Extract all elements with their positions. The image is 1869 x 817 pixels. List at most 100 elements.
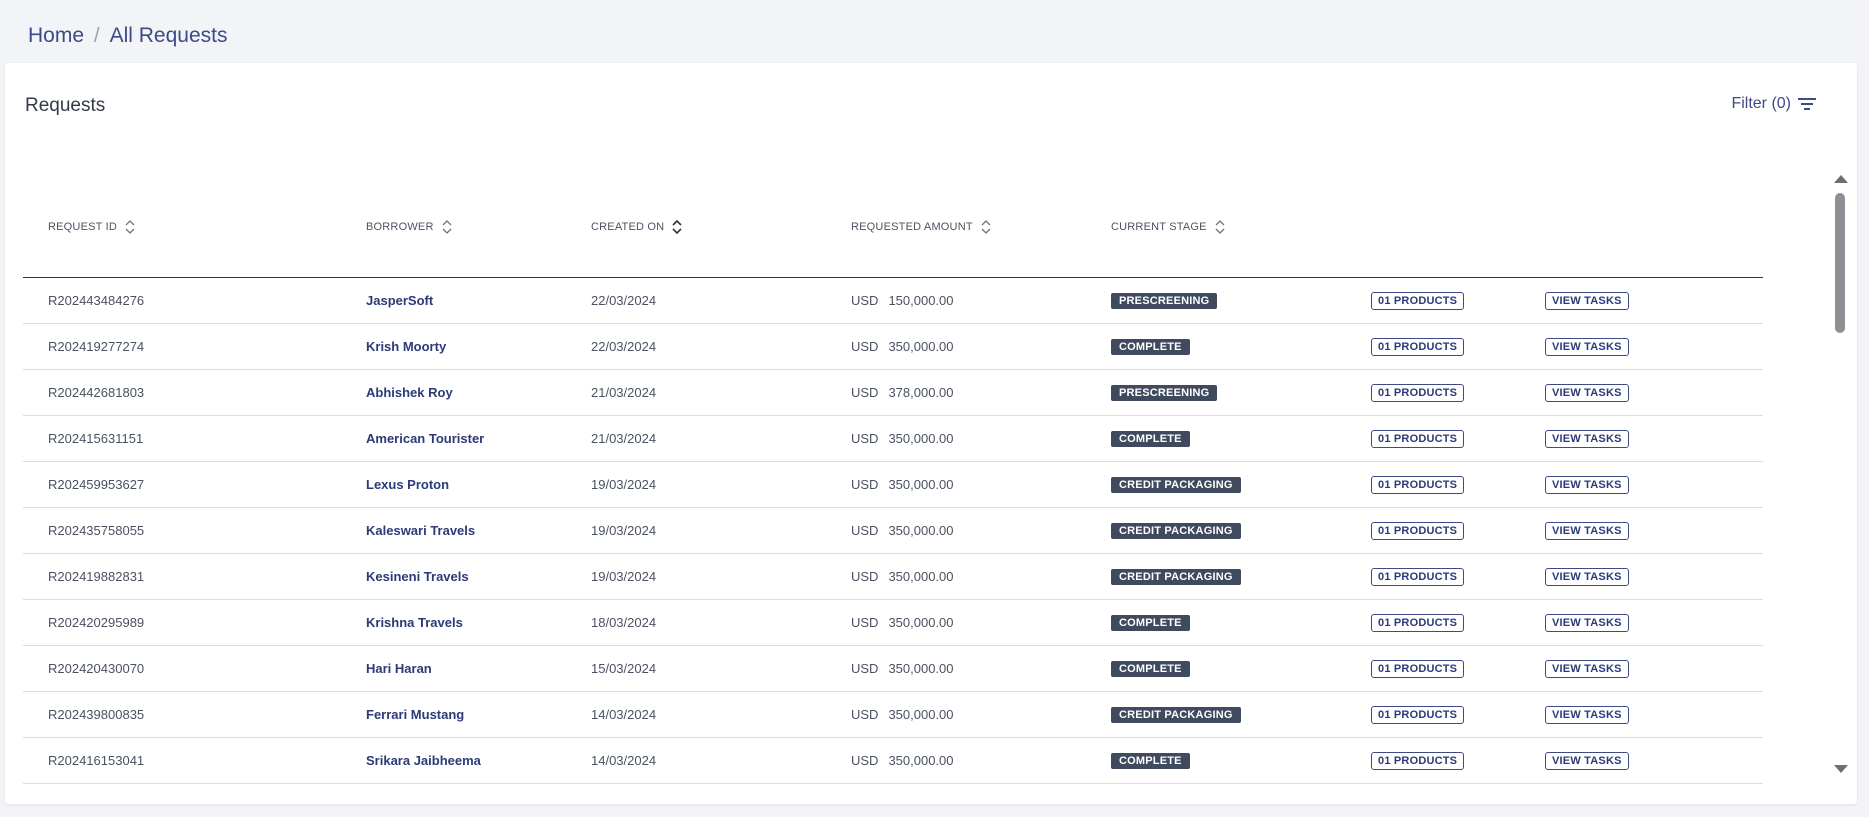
borrower-link[interactable]: Srikara Jaibheema <box>366 738 481 783</box>
column-label: CURRENT STAGE <box>1111 221 1207 233</box>
tasks-cell: VIEW TASKS <box>1545 370 1629 415</box>
products-button[interactable]: 01 PRODUCTS <box>1371 521 1465 540</box>
products-button[interactable]: 01 PRODUCTS <box>1371 383 1465 402</box>
breadcrumb: Home / All Requests <box>28 24 227 48</box>
view-tasks-button[interactable]: VIEW TASKS <box>1545 291 1629 310</box>
tasks-cell: VIEW TASKS <box>1545 554 1629 599</box>
requested-amount-cell: USD350,000.00 <box>851 784 954 787</box>
currency-code: USD <box>851 707 879 722</box>
products-cell: 01 PRODUCTS <box>1371 692 1465 737</box>
products-button[interactable]: 01 PRODUCTS <box>1371 659 1465 678</box>
view-tasks-button[interactable]: VIEW TASKS <box>1545 429 1629 448</box>
amount-value: 350,000.00 <box>888 753 954 768</box>
current-stage-cell: CREDIT PACKAGING <box>1111 508 1241 553</box>
products-button[interactable]: 01 PRODUCTS <box>1371 429 1465 448</box>
scroll-down-arrow-icon[interactable] <box>1834 765 1848 773</box>
view-tasks-button[interactable]: VIEW TASKS <box>1545 705 1629 724</box>
requested-amount-cell: USD350,000.00 <box>851 600 954 645</box>
products-cell: 01 PRODUCTS <box>1371 324 1465 369</box>
view-tasks-button[interactable]: VIEW TASKS <box>1545 337 1629 356</box>
breadcrumb-current: All Requests <box>109 24 228 47</box>
amount-value: 350,000.00 <box>888 523 954 538</box>
created-on-cell: 13/03/2024 <box>591 784 656 787</box>
currency-code: USD <box>851 431 879 446</box>
borrower-link[interactable]: Garrets Popcorn <box>366 784 469 787</box>
breadcrumb-separator: / <box>94 24 100 47</box>
view-tasks-button[interactable]: VIEW TASKS <box>1545 659 1629 678</box>
view-tasks-button[interactable]: VIEW TASKS <box>1545 383 1629 402</box>
borrower-link[interactable]: Krishna Travels <box>366 600 463 645</box>
stage-badge: CREDIT PACKAGING <box>1111 568 1241 585</box>
current-stage-cell: CREDIT PACKAGING <box>1111 554 1241 599</box>
view-tasks-button[interactable]: VIEW TASKS <box>1545 751 1629 770</box>
view-tasks-button[interactable]: VIEW TASKS <box>1545 475 1629 494</box>
filter-button[interactable]: Filter (0) <box>1731 95 1817 113</box>
vertical-scrollbar[interactable] <box>1833 175 1848 773</box>
request-id-cell: R202419277274 <box>48 339 145 354</box>
products-button[interactable]: 01 PRODUCTS <box>1371 751 1465 770</box>
amount-value: 350,000.00 <box>888 431 954 446</box>
requested-amount-cell: USD350,000.00 <box>851 324 954 369</box>
current-stage-cell: CREDIT PACKAGING <box>1111 692 1241 737</box>
amount-value: 350,000.00 <box>888 477 954 492</box>
stage-badge: COMPLETE <box>1111 430 1190 447</box>
view-tasks-button[interactable]: VIEW TASKS <box>1545 521 1629 540</box>
sort-icon[interactable] <box>125 220 135 234</box>
view-tasks-button[interactable]: VIEW TASKS <box>1545 613 1629 632</box>
created-on-cell: 21/03/2024 <box>591 385 657 400</box>
products-button[interactable]: 01 PRODUCTS <box>1371 705 1465 724</box>
borrower-link[interactable]: Lexus Proton <box>366 462 449 507</box>
request-id-cell: R202459953627 <box>48 477 145 492</box>
tasks-cell: VIEW TASKS <box>1545 462 1629 507</box>
current-stage-cell: COMPLETE <box>1111 600 1190 645</box>
currency-code: USD <box>851 293 879 308</box>
sort-icon[interactable] <box>442 220 452 234</box>
column-header-requested-amount[interactable]: REQUESTED AMOUNT <box>851 177 991 277</box>
borrower-link[interactable]: Hari Haran <box>366 646 432 691</box>
requested-amount-cell: USD 378,000.00 <box>851 370 954 415</box>
sort-icon[interactable] <box>981 220 991 234</box>
requested-amount-cell: USD350,000.00 <box>851 646 954 691</box>
table-row: R202443484276 JasperSoft 22/03/2024 USD 150,… <box>23 278 1763 324</box>
stage-badge: CREDIT PACKAGING <box>1111 706 1241 723</box>
created-on-cell: 18/03/2024 <box>591 615 657 630</box>
borrower-link[interactable]: Ferrari Mustang <box>366 692 464 737</box>
column-header-request-id[interactable]: REQUEST ID <box>48 177 135 277</box>
borrower-link[interactable]: Kaleswari Travels <box>366 508 475 553</box>
products-cell: 01 PRODUCTS <box>1371 600 1465 645</box>
column-header-borrower[interactable]: BORROWER <box>366 177 452 277</box>
column-header-created-on[interactable]: CREATED ON <box>591 177 682 277</box>
scrollbar-thumb[interactable] <box>1835 193 1845 333</box>
current-stage-cell: PRESCREENING <box>1111 278 1218 323</box>
borrower-link[interactable]: American Tourister <box>366 416 484 461</box>
stage-badge: PRESCREENING <box>1111 384 1218 401</box>
column-header-current-stage[interactable]: CURRENT STAGE <box>1111 177 1225 277</box>
requested-amount-cell: USD 350,000.00 <box>851 738 954 783</box>
products-button[interactable]: 01 PRODUCTS <box>1371 613 1465 632</box>
request-id-cell: R202420430070 <box>48 661 145 676</box>
currency-code: USD <box>851 753 879 768</box>
current-stage-cell: COMPLETE <box>1111 416 1190 461</box>
products-button[interactable]: 01 PRODUCTS <box>1371 475 1465 494</box>
borrower-link[interactable]: Krish Moorty <box>366 324 446 369</box>
view-tasks-button[interactable]: VIEW TASKS <box>1545 567 1629 586</box>
tasks-cell: VIEW TASKS <box>1545 324 1629 369</box>
borrower-link[interactable]: Kesineni Travels <box>366 554 469 599</box>
products-button[interactable]: 01 PRODUCTS <box>1371 337 1465 356</box>
table-row: R202420430070 Hari Haran 15/03/2024 USD 350,… <box>23 646 1763 692</box>
products-button[interactable]: 01 PRODUCTS <box>1371 291 1465 310</box>
currency-code: USD <box>851 523 879 538</box>
breadcrumb-home-link[interactable]: Home <box>28 24 84 48</box>
products-button[interactable]: 01 PRODUCTS <box>1371 567 1465 586</box>
tasks-cell: VIEW TASKS <box>1545 738 1629 783</box>
scroll-up-arrow-icon[interactable] <box>1834 175 1848 183</box>
column-label: BORROWER <box>366 221 434 233</box>
sort-icon[interactable] <box>1215 220 1225 234</box>
table-row: R202416153041 Srikara Jaibheema 14/03/2024… <box>23 738 1763 784</box>
sort-icon[interactable] <box>672 220 682 234</box>
borrower-link[interactable]: JasperSoft <box>366 278 433 323</box>
currency-code: USD <box>851 477 879 492</box>
table-row: R202419882831 Kesineni Travels 19/03/2024 U… <box>23 554 1763 600</box>
borrower-link[interactable]: Abhishek Roy <box>366 370 453 415</box>
table-row: R202415631151 American Tourister 21/03/202… <box>23 416 1763 462</box>
